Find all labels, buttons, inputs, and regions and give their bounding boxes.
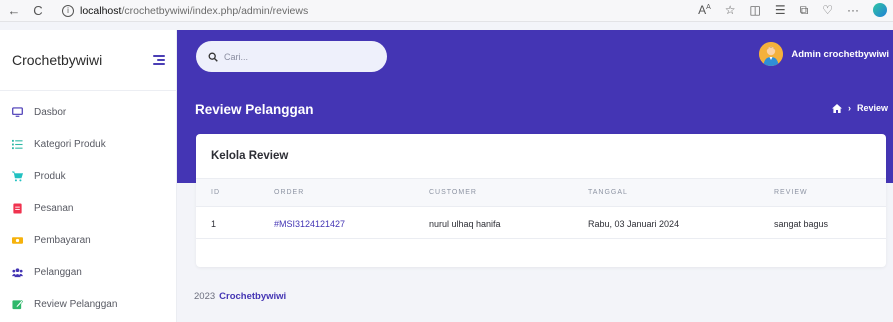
sidebar-item-pembayaran[interactable]: Pembayaran <box>0 224 177 256</box>
sidebar-item-pelanggan[interactable]: Pelanggan <box>0 256 177 288</box>
cell-tanggal: Rabu, 03 Januari 2024 <box>588 219 680 229</box>
info-icon[interactable]: i <box>62 4 74 17</box>
brand-name[interactable]: Crochetbywiwi <box>12 52 102 68</box>
reload-icon[interactable]: C <box>28 3 48 18</box>
clipboard-icon <box>13 202 22 214</box>
search-input[interactable] <box>224 51 374 62</box>
url-path: /crochetbywiwi/index.php/admin/reviews <box>121 4 309 17</box>
column-header-tanggal: TANGGAL <box>588 189 628 196</box>
browser-tools: AA ☆ ◫ ☰ ⧉ ♡ ··· <box>698 3 887 18</box>
read-aloud-icon[interactable]: AA <box>698 3 711 18</box>
money-icon <box>12 236 23 244</box>
search-box[interactable] <box>196 41 387 72</box>
sidebar: Crochetbywiwi Dasbor Kategori Produk Pro… <box>0 30 177 322</box>
sidebar-item-label: Pelanggan <box>34 266 82 278</box>
monitor-icon <box>12 106 23 117</box>
footer-year: 2023 <box>194 291 216 302</box>
column-header-customer: CUSTOMER <box>429 189 477 196</box>
collections-icon[interactable]: ⧉ <box>800 3 809 18</box>
user-profile[interactable]: Admin crochetbywiwi <box>759 42 889 66</box>
cell-review: sangat bagus <box>774 219 829 229</box>
card-title: Kelola Review <box>211 150 289 162</box>
sidebar-item-review-pelanggan[interactable]: Review Pelanggan <box>0 288 177 320</box>
favorites-list-icon[interactable]: ☰ <box>775 3 786 18</box>
more-icon[interactable]: ··· <box>847 3 859 18</box>
home-icon[interactable] <box>831 103 842 113</box>
avatar-person-icon <box>759 42 784 66</box>
column-header-review: REVIEW <box>774 189 808 196</box>
sidebar-item-label: Dasbor <box>34 106 67 118</box>
url-host: localhost <box>80 4 122 17</box>
sidebar-item-label: Kategori Produk <box>34 138 106 150</box>
main-content: Admin crochetbywiwi Review Pelanggan › R… <box>177 30 893 322</box>
sidebar-item-label: Pesanan <box>34 202 74 214</box>
cart-icon <box>12 171 23 181</box>
sidebar-item-kategori-produk[interactable]: Kategori Produk <box>0 128 177 160</box>
sidebar-item-produk[interactable]: Produk <box>0 160 177 192</box>
sidebar-item-label: Produk <box>34 170 66 182</box>
split-screen-icon[interactable]: ◫ <box>750 3 761 18</box>
sidebar-item-pesanan[interactable]: Pesanan <box>0 192 177 224</box>
review-card: Kelola Review ID ORDER CUSTOMER TANGGAL … <box>196 134 886 267</box>
copilot-icon[interactable] <box>873 3 887 17</box>
shield-icon[interactable]: ♡ <box>822 3 833 18</box>
breadcrumb: › Review <box>831 103 888 113</box>
users-icon <box>12 267 23 277</box>
profile-name: Admin crochetbywiwi <box>791 48 889 60</box>
sidebar-item-dasbor[interactable]: Dasbor <box>0 96 177 128</box>
cell-id: 1 <box>211 219 217 229</box>
list-icon <box>12 139 23 149</box>
sidebar-toggle-icon[interactable] <box>153 55 165 65</box>
favorite-star-icon[interactable]: ☆ <box>725 3 736 18</box>
address-bar[interactable]: i localhost/crochetbywiwi/index.php/admi… <box>62 4 309 17</box>
breadcrumb-current: Review <box>856 103 888 113</box>
avatar[interactable] <box>759 42 784 66</box>
column-header-id: ID <box>211 189 220 196</box>
search-icon <box>208 52 218 62</box>
table-header: ID ORDER CUSTOMER TANGGAL REVIEW <box>196 179 886 207</box>
breadcrumb-separator: › <box>847 103 851 113</box>
brand-bar: Crochetbywiwi <box>0 30 177 91</box>
sidebar-menu: Dasbor Kategori Produk Produk Pesanan Pe… <box>0 96 177 320</box>
sidebar-item-label: Review Pelanggan <box>34 298 118 310</box>
back-icon[interactable]: ← <box>4 3 24 18</box>
browser-toolbar: ← C i localhost/crochetbywiwi/index.php/… <box>0 0 893 22</box>
column-header-order: ORDER <box>274 189 305 196</box>
page-title: Review Pelanggan <box>195 102 314 117</box>
table-row[interactable]: 1 #MSI3124121427 nurul ulhaq hanifa Rabu… <box>196 208 886 239</box>
footer-brand-link[interactable]: Crochetbywiwi <box>219 291 286 302</box>
footer: 2023 Crochetbywiwi <box>194 291 286 302</box>
sidebar-item-label: Pembayaran <box>34 234 91 246</box>
order-link[interactable]: #MSI3124121427 <box>274 219 345 229</box>
cell-customer: nurul ulhaq hanifa <box>429 219 501 229</box>
edit-icon <box>12 299 23 309</box>
